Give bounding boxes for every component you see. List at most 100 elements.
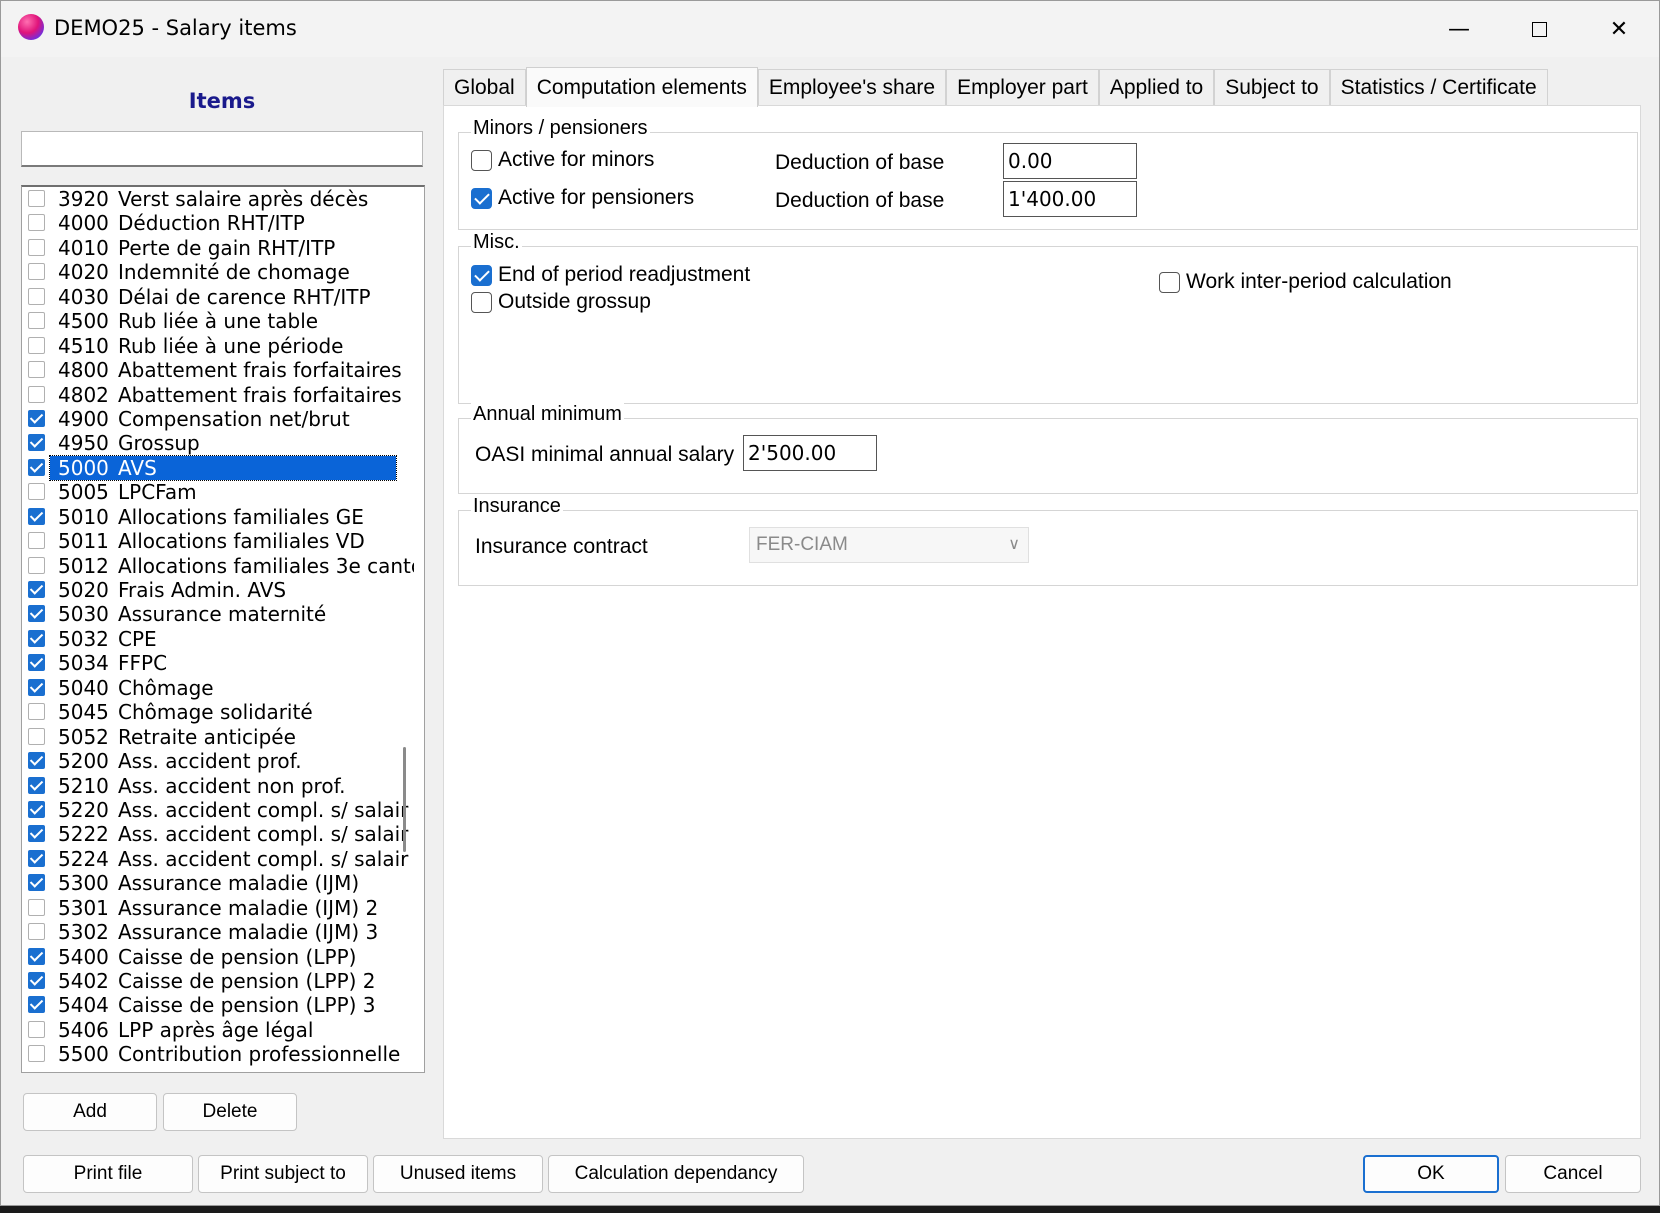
item-checkbox[interactable] — [28, 800, 45, 818]
list-item[interactable]: 5020 Frais Admin. AVS — [22, 578, 424, 602]
item-checkbox[interactable] — [28, 238, 45, 256]
item-checkbox[interactable] — [28, 654, 45, 672]
item-checkbox[interactable] — [28, 190, 45, 207]
list-item[interactable]: 4900 Compensation net/brut — [22, 407, 424, 431]
item-checkbox[interactable] — [28, 556, 45, 574]
list-item[interactable]: 5404 Caisse de pension (LPP) 3 — [22, 993, 424, 1017]
item-checkbox[interactable] — [28, 898, 45, 916]
item-checkbox[interactable] — [28, 581, 45, 598]
list-item[interactable]: 4030 Délai de carence RHT/ITP — [22, 285, 424, 309]
list-item[interactable]: 5040 Chômage — [22, 676, 424, 700]
items-list-scroll-thumb[interactable] — [403, 747, 406, 852]
list-item[interactable]: 3920 Verst salaire après décès — [22, 187, 424, 211]
item-checkbox[interactable] — [28, 1045, 45, 1063]
item-checkbox[interactable] — [28, 409, 45, 427]
item-checkbox[interactable] — [28, 1020, 45, 1038]
tab-computation-elements[interactable]: Computation elements — [525, 67, 758, 107]
deduction-minors-field[interactable] — [1003, 143, 1137, 179]
list-item[interactable]: 5012 Allocations familiales 3e canto — [22, 554, 424, 578]
maximize-button[interactable] — [1499, 1, 1579, 57]
list-item[interactable]: 5300 Assurance maladie (IJM) — [22, 871, 424, 895]
list-item[interactable]: 5406 LPP après âge légal — [22, 1018, 424, 1042]
list-item[interactable]: 5010 Allocations familiales GE — [22, 505, 424, 529]
item-checkbox[interactable] — [28, 776, 45, 794]
item-checkbox[interactable] — [28, 947, 45, 965]
item-checkbox[interactable] — [28, 214, 45, 232]
list-item[interactable]: 4950 Grossup — [22, 431, 424, 455]
item-checkbox[interactable] — [28, 996, 45, 1014]
list-item[interactable]: 5000 AVS — [22, 454, 424, 481]
item-checkbox[interactable] — [28, 703, 45, 721]
work-inter-period-checkbox[interactable]: Work inter-period calculation — [1159, 270, 1452, 294]
list-item[interactable]: 4000 Déduction RHT/ITP — [22, 211, 424, 235]
item-checkbox[interactable] — [28, 385, 45, 403]
item-checkbox[interactable] — [28, 678, 45, 696]
list-item[interactable]: 5400 Caisse de pension (LPP) — [22, 945, 424, 969]
item-checkbox[interactable] — [28, 629, 45, 647]
list-item[interactable]: 5052 Retraite anticipée — [22, 725, 424, 749]
item-checkbox[interactable] — [28, 825, 45, 843]
item-checkbox[interactable] — [28, 727, 45, 745]
deduction-pensioners-field[interactable] — [1003, 181, 1137, 217]
items-list[interactable]: 3920 Verst salaire après décès 4000 Déducti… — [21, 185, 425, 1073]
list-item[interactable]: 5500 Contribution professionnelle — [22, 1042, 424, 1066]
item-checkbox[interactable] — [28, 752, 45, 770]
list-item[interactable]: 5200 Ass. accident prof. — [22, 749, 424, 773]
unused-items-button[interactable]: Unused items — [373, 1155, 543, 1193]
insurance-contract-select[interactable]: FER-CIAM ∨ — [749, 527, 1029, 563]
item-checkbox[interactable] — [28, 532, 45, 550]
list-item[interactable]: 4010 Perte de gain RHT/ITP — [22, 236, 424, 260]
item-checkbox[interactable] — [28, 849, 45, 867]
tab-statistics-certificate[interactable]: Statistics / Certificate — [1329, 69, 1548, 105]
list-item[interactable]: 5301 Assurance maladie (IJM) 2 — [22, 896, 424, 920]
list-item[interactable]: 5222 Ass. accident compl. s/ salair — [22, 822, 424, 846]
list-item[interactable]: 5032 CPE — [22, 627, 424, 651]
tab-employee-s-share[interactable]: Employee's share — [757, 69, 947, 105]
oasi-minimal-salary-field[interactable] — [743, 435, 877, 471]
item-checkbox[interactable] — [28, 874, 45, 892]
item-checkbox[interactable] — [28, 972, 45, 989]
checkbox-box[interactable] — [471, 187, 492, 209]
checkbox-box[interactable] — [471, 149, 492, 171]
list-item[interactable]: 4510 Rub liée à une période — [22, 334, 424, 358]
list-item[interactable]: 5220 Ass. accident compl. s/ salair — [22, 798, 424, 822]
list-item[interactable]: 5302 Assurance maladie (IJM) 3 — [22, 920, 424, 944]
ok-button[interactable]: OK — [1363, 1155, 1499, 1193]
list-item[interactable]: 5210 Ass. accident non prof. — [22, 774, 424, 798]
item-checkbox[interactable] — [28, 312, 45, 330]
end-of-period-readjustment-checkbox[interactable]: End of period readjustment — [471, 263, 750, 287]
list-item[interactable]: 4020 Indemnité de chomage — [22, 260, 424, 284]
item-checkbox[interactable] — [28, 507, 45, 525]
tab-employer-part[interactable]: Employer part — [946, 69, 1099, 105]
item-checkbox[interactable] — [28, 287, 45, 305]
print-subject-to-button[interactable]: Print subject to — [198, 1155, 368, 1193]
calculation-dependancy-button[interactable]: Calculation dependancy — [548, 1155, 804, 1193]
tab-global[interactable]: Global — [443, 69, 526, 105]
item-checkbox[interactable] — [28, 483, 45, 501]
list-item[interactable]: 5402 Caisse de pension (LPP) 2 — [22, 969, 424, 993]
item-checkbox[interactable] — [28, 923, 45, 941]
checkbox-box[interactable] — [471, 291, 492, 313]
close-button[interactable]: ✕ — [1579, 1, 1659, 57]
active-for-minors-checkbox[interactable]: Active for minors — [471, 148, 654, 172]
checkbox-box[interactable] — [1159, 271, 1180, 293]
item-checkbox[interactable] — [28, 263, 45, 281]
list-item[interactable]: 5224 Ass. accident compl. s/ salair — [22, 847, 424, 871]
item-checkbox[interactable] — [28, 605, 45, 623]
list-item[interactable]: 4802 Abattement frais forfaitaires — [22, 383, 424, 407]
add-button[interactable]: Add — [23, 1093, 157, 1131]
tab-subject-to[interactable]: Subject to — [1214, 69, 1330, 105]
outside-grossup-checkbox[interactable]: Outside grossup — [471, 290, 651, 314]
item-checkbox[interactable] — [28, 336, 45, 354]
item-checkbox[interactable] — [28, 458, 45, 476]
print-file-button[interactable]: Print file — [23, 1155, 193, 1193]
list-item[interactable]: 5030 Assurance maternité — [22, 602, 424, 626]
list-item[interactable]: 5005 LPCFam — [22, 480, 424, 504]
item-checkbox[interactable] — [28, 361, 45, 379]
list-item[interactable]: 5045 Chômage solidarité — [22, 700, 424, 724]
item-checkbox[interactable] — [28, 434, 45, 452]
delete-button[interactable]: Delete — [163, 1093, 297, 1131]
minimize-button[interactable]: — — [1419, 1, 1499, 57]
cancel-button[interactable]: Cancel — [1505, 1155, 1641, 1193]
list-item[interactable]: 4500 Rub liée à une table — [22, 309, 424, 333]
